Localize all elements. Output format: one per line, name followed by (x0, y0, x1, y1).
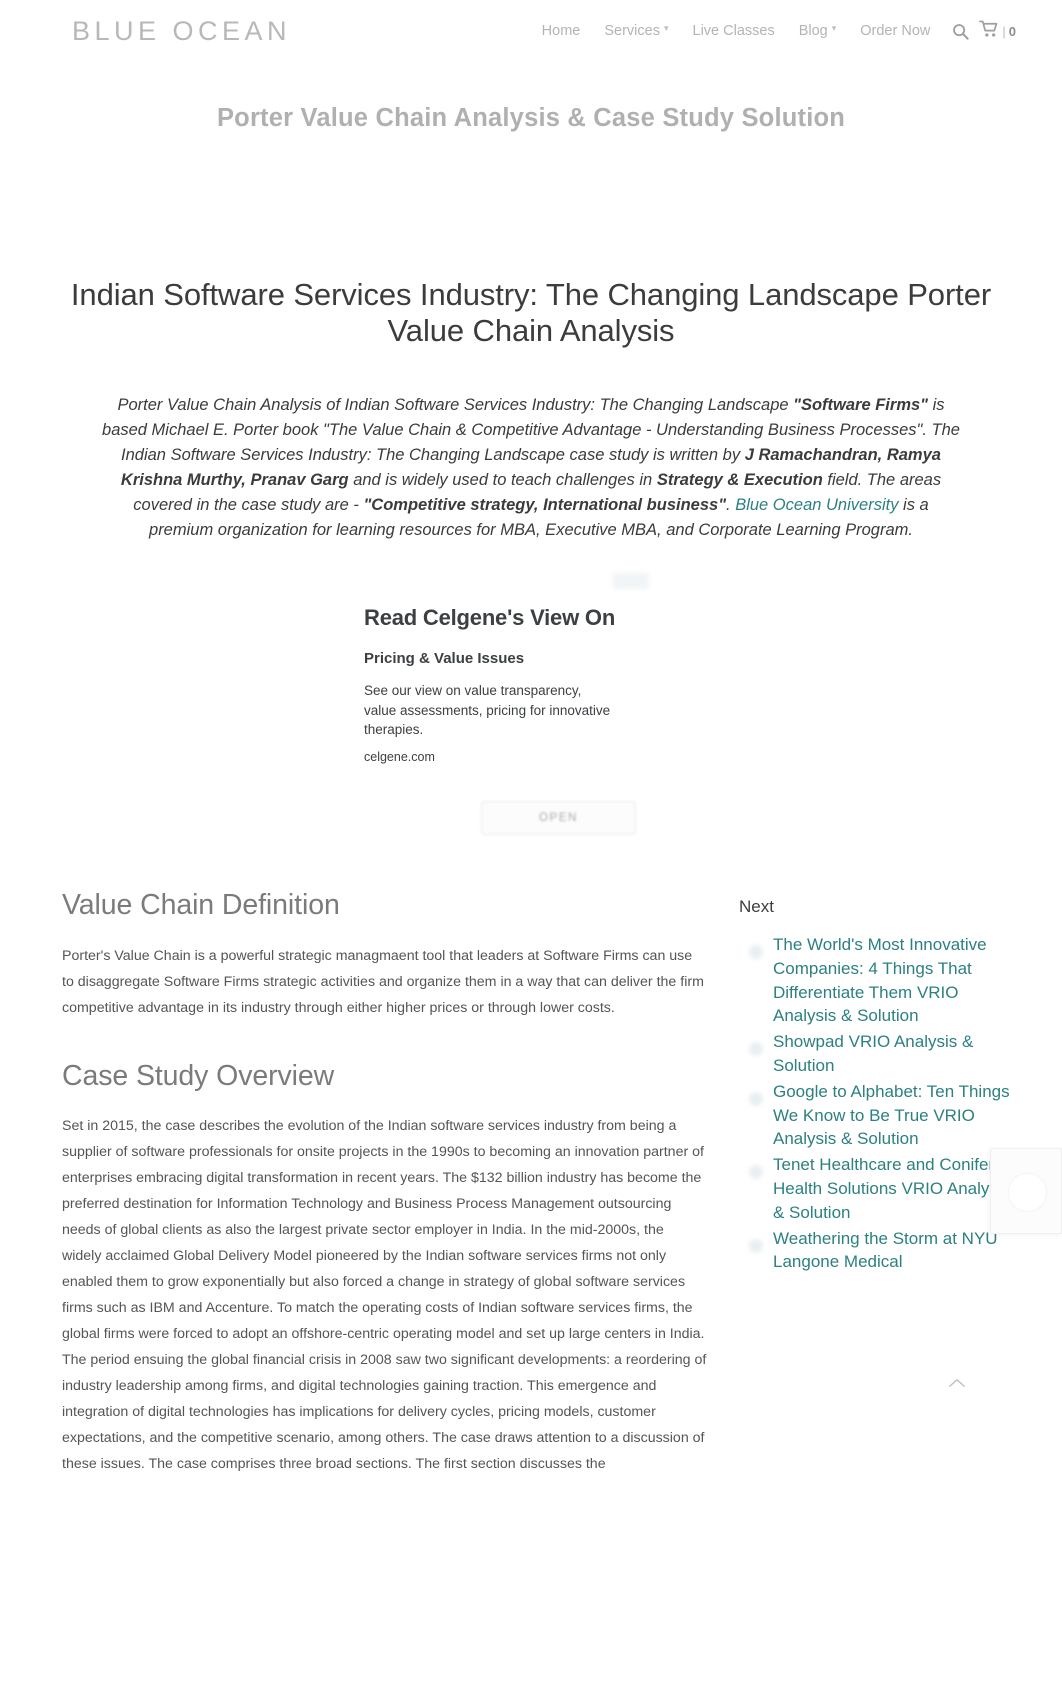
ad-open-button[interactable]: OPEN (481, 801, 636, 835)
ad-label-badge (613, 573, 649, 589)
main-content: Indian Software Services Industry: The C… (0, 277, 1062, 1478)
main-navigation: Home Services ▾ Live Classes Blog ▾ Orde… (530, 20, 1022, 43)
back-to-top-button[interactable] (944, 1370, 970, 1396)
sidebar-link[interactable]: Google to Alphabet: Ten Things We Know t… (773, 1080, 1019, 1151)
list-item: Google to Alphabet: Ten Things We Know t… (739, 1080, 1019, 1151)
blue-ocean-university-link[interactable]: Blue Ocean University (735, 496, 898, 514)
nav-item-label: Services (604, 22, 660, 39)
nav-item-home[interactable]: Home (530, 24, 593, 39)
nav-item-order-now[interactable]: Order Now (848, 24, 942, 39)
bullet-icon (749, 1042, 763, 1057)
ad-subheadline: Pricing & Value Issues (364, 650, 525, 668)
sidebar-title: Next (739, 897, 774, 916)
bullet-icon (749, 1091, 763, 1106)
ad-headline[interactable]: Read Celgene's View On (364, 605, 784, 631)
sidebar-link[interactable]: Weathering the Storm at NYU Langone Medi… (773, 1227, 1019, 1275)
floating-side-widget[interactable] (990, 1148, 1062, 1234)
section-body-value-chain-definition: Porter's Value Chain is a powerful strat… (62, 947, 704, 1016)
intro-bold-1: "Software Firms" (793, 395, 928, 414)
intro-text-5: . (726, 495, 736, 514)
cart-button[interactable]: | 0 (979, 20, 1022, 43)
intro-bold-3: Strategy & Execution (656, 470, 823, 489)
sidebar-link[interactable]: The World's Most Innovative Companies: 4… (773, 933, 1019, 1028)
article-body-column: Value Chain Definition Porter's Value Ch… (62, 889, 707, 1478)
bullet-icon (749, 1165, 763, 1180)
bullet-icon (749, 1238, 763, 1253)
list-item: Tenet Healthcare and Conifer Health Solu… (739, 1153, 1019, 1224)
ad-description: See our view on value transparency, valu… (364, 683, 611, 737)
section-body-case-study-overview: Set in 2015, the case describes the evol… (62, 1118, 707, 1473)
list-item: The World's Most Innovative Companies: 4… (739, 933, 1019, 1028)
intro-bold-4: "Competitive strategy, International bus… (363, 495, 727, 514)
circle-widget-icon[interactable] (1009, 1174, 1046, 1211)
nav-item-live-classes[interactable]: Live Classes (681, 24, 787, 39)
chevron-up-icon (949, 1379, 965, 1387)
site-logo[interactable]: BLUE OCEAN (72, 17, 291, 45)
article-intro: Porter Value Chain Analysis of Indian So… (101, 393, 961, 543)
page-title: Porter Value Chain Analysis & Case Study… (216, 104, 846, 132)
list-item: Weathering the Storm at NYU Langone Medi… (739, 1227, 1019, 1275)
section-heading-value-chain-definition: Value Chain Definition (62, 889, 340, 921)
nav-item-label: Live Classes (692, 22, 775, 39)
chevron-down-icon: ▾ (663, 22, 669, 33)
cart-icon (979, 20, 999, 43)
page-banner: Porter Value Chain Analysis & Case Study… (0, 62, 1062, 202)
cart-separator: | (1002, 23, 1006, 39)
intro-text-3: and is widely used to teach challenges i… (348, 470, 657, 489)
content-columns: Value Chain Definition Porter's Value Ch… (62, 889, 1010, 1478)
list-item: Showpad VRIO Analysis & Solution (739, 1030, 1019, 1078)
nav-item-label: Order Now (860, 22, 931, 39)
sidebar-next: Next The World's Most Innovative Compani… (739, 889, 1019, 1276)
ad-display-url: celgene.com (364, 749, 435, 764)
nav-item-label: Home (541, 22, 581, 39)
ad-card[interactable]: Read Celgene's View On Pricing & Value I… (364, 605, 784, 835)
section-heading-case-study-overview: Case Study Overview (62, 1059, 335, 1092)
site-header: BLUE OCEAN Home Services ▾ Live Classes … (0, 0, 1062, 62)
sidebar-link[interactable]: Tenet Healthcare and Conifer Health Solu… (773, 1153, 1019, 1224)
chevron-down-icon: ▾ (831, 22, 837, 33)
advertisement-block: Read Celgene's View On Pricing & Value I… (62, 567, 1000, 837)
nav-item-services[interactable]: Services ▾ (592, 22, 680, 39)
nav-item-blog[interactable]: Blog ▾ (787, 22, 849, 39)
nav-item-label: Blog (798, 22, 828, 39)
article-title-line1: Indian Software Services Industry: The C… (70, 277, 899, 312)
search-icon[interactable] (942, 23, 979, 40)
sidebar-link[interactable]: Showpad VRIO Analysis & Solution (773, 1030, 1019, 1078)
article-title: Indian Software Services Industry: The C… (62, 277, 1000, 350)
intro-text-1: Porter Value Chain Analysis of Indian So… (117, 395, 794, 414)
sidebar-link-list: The World's Most Innovative Companies: 4… (739, 933, 1019, 1274)
cart-count: 0 (1008, 23, 1016, 39)
bullet-icon (749, 945, 763, 959)
